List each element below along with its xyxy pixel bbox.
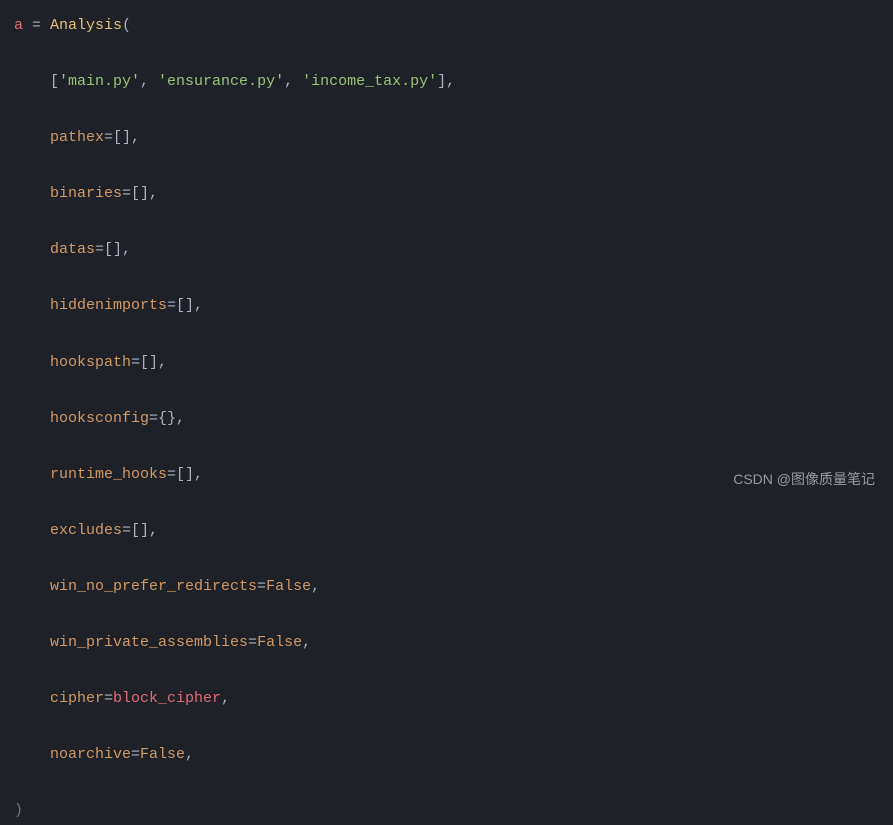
code-line: win_private_assemblies=False, (14, 629, 879, 657)
watermark-text: CSDN @图像质量笔记 (733, 466, 875, 492)
code-line: binaries=[], (14, 180, 879, 208)
code-block: a = Analysis( ['main.py', 'ensurance.py'… (14, 12, 879, 825)
code-line: excludes=[], (14, 517, 879, 545)
code-line: hookspath=[], (14, 349, 879, 377)
code-line: ) (14, 797, 879, 825)
code-line: hooksconfig={}, (14, 405, 879, 433)
code-line: hiddenimports=[], (14, 292, 879, 320)
code-line: a = Analysis( (14, 12, 879, 40)
code-line: datas=[], (14, 236, 879, 264)
code-line: win_no_prefer_redirects=False, (14, 573, 879, 601)
code-line: ['main.py', 'ensurance.py', 'income_tax.… (14, 68, 879, 96)
code-line: pathex=[], (14, 124, 879, 152)
code-line: cipher=block_cipher, (14, 685, 879, 713)
code-line: noarchive=False, (14, 741, 879, 769)
